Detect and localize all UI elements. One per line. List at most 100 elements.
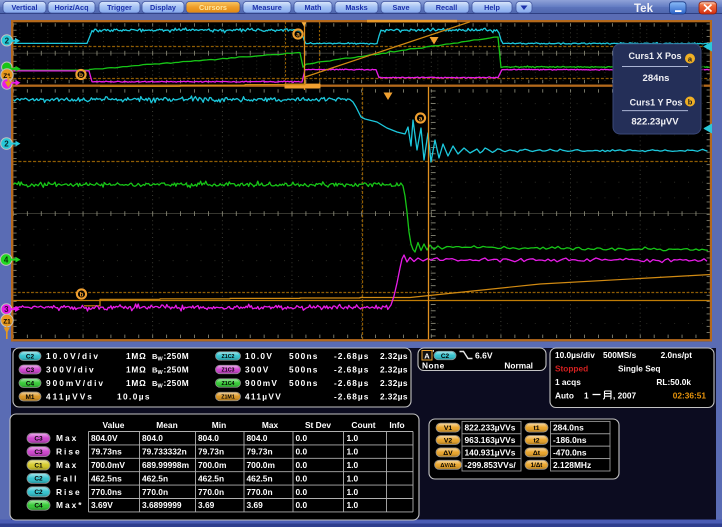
svg-text:804.0V: 804.0V [91, 433, 118, 443]
svg-text:C2: C2 [441, 353, 450, 360]
svg-text:411µVVs: 411µVVs [46, 392, 94, 402]
svg-text:Count: Count [351, 420, 375, 430]
svg-text:804.0: 804.0 [247, 433, 268, 443]
svg-text:10.0µs/div: 10.0µs/div [555, 350, 595, 360]
svg-text:C2: C2 [34, 489, 43, 496]
svg-text:1MΩ: 1MΩ [126, 365, 147, 375]
svg-text:Math: Math [304, 3, 321, 12]
svg-text:RL:50.0k: RL:50.0k [656, 377, 691, 387]
svg-text:Auto: Auto [555, 390, 574, 400]
svg-text:1.0: 1.0 [347, 447, 359, 457]
svg-text:Max: Max [56, 460, 78, 470]
svg-text:C4: C4 [34, 503, 43, 510]
svg-text:10.0µs: 10.0µs [117, 392, 151, 402]
svg-text:1.0: 1.0 [347, 460, 359, 470]
svg-text:79.73n: 79.73n [198, 447, 224, 457]
svg-text:Z1: Z1 [3, 318, 11, 325]
svg-text::250M: :250M [164, 351, 190, 361]
svg-text:C3: C3 [34, 436, 43, 443]
svg-text:-2.68µs: -2.68µs [334, 378, 369, 388]
svg-text:Z1C3: Z1C3 [222, 367, 235, 373]
svg-text:Max*: Max* [56, 500, 84, 510]
svg-text:C2: C2 [26, 353, 35, 360]
svg-text:3.69: 3.69 [198, 500, 215, 510]
svg-text:b: b [80, 291, 84, 298]
svg-text:300V: 300V [245, 365, 270, 375]
svg-text:Z1C4: Z1C4 [222, 381, 235, 387]
svg-text:Fall: Fall [56, 473, 78, 483]
svg-text:500MS/s: 500MS/s [603, 350, 637, 360]
svg-text:770.0n: 770.0n [247, 487, 273, 497]
svg-text:1/Δt: 1/Δt [531, 462, 543, 469]
svg-text:0.0: 0.0 [296, 433, 308, 443]
svg-text::250M: :250M [164, 378, 190, 388]
svg-text:02:36:51: 02:36:51 [673, 390, 707, 400]
svg-text:t1: t1 [533, 425, 539, 432]
svg-text:79.73n: 79.73n [247, 447, 273, 457]
svg-text:Help: Help [484, 3, 500, 12]
svg-text:A: A [424, 351, 430, 360]
svg-text:Info: Info [389, 420, 404, 430]
svg-text:-2.68µs: -2.68µs [334, 365, 369, 375]
svg-text:Normal: Normal [504, 360, 533, 370]
svg-text:-2.68µs: -2.68µs [334, 351, 369, 361]
svg-text:0.0: 0.0 [296, 500, 308, 510]
svg-text:3.69V: 3.69V [91, 500, 113, 510]
svg-text:0.0: 0.0 [296, 487, 308, 497]
svg-text:Save: Save [392, 3, 409, 12]
svg-text:300V/div: 300V/div [46, 365, 96, 375]
svg-text:770.0n: 770.0n [142, 487, 168, 497]
svg-text:None: None [422, 360, 445, 370]
svg-text:2.32µs: 2.32µs [380, 392, 408, 402]
svg-text:963.163µVVs: 963.163µVVs [465, 435, 516, 445]
svg-text:770.0n: 770.0n [198, 487, 224, 497]
svg-text:Curs1 X Pos: Curs1 X Pos [628, 51, 681, 61]
svg-text:Z1C2: Z1C2 [222, 354, 235, 360]
svg-text:Masks: Masks [345, 3, 367, 12]
svg-text:Value: Value [103, 420, 125, 430]
svg-text::250M: :250M [164, 365, 190, 375]
svg-text:C4: C4 [26, 380, 35, 387]
svg-text:822.233µVVs: 822.233µVVs [465, 423, 516, 433]
svg-text:, 2007: , 2007 [613, 390, 636, 400]
svg-text:462.5n: 462.5n [142, 473, 168, 483]
svg-text:2.128MHz: 2.128MHz [553, 460, 591, 470]
svg-text:Display: Display [150, 3, 177, 12]
svg-text:t2: t2 [533, 437, 539, 444]
svg-text:140.931µVVs: 140.931µVVs [465, 448, 516, 458]
svg-text:500ns: 500ns [289, 365, 319, 375]
svg-text:1.0: 1.0 [347, 500, 359, 510]
svg-text:4: 4 [4, 256, 9, 265]
svg-text:C3: C3 [26, 367, 35, 374]
svg-text:Single Seq: Single Seq [618, 363, 660, 373]
svg-text:-299.853VVs/: -299.853VVs/ [465, 460, 517, 470]
svg-text:700.0mV: 700.0mV [91, 460, 125, 470]
svg-text:Vertical: Vertical [12, 3, 38, 12]
svg-text:Cursors: Cursors [199, 3, 227, 12]
svg-text:a: a [419, 115, 423, 122]
svg-text:3: 3 [4, 305, 9, 314]
svg-text:St Dev: St Dev [305, 420, 331, 430]
svg-text:Curs1 Y Pos: Curs1 Y Pos [630, 98, 683, 108]
svg-text:b: b [688, 97, 693, 106]
svg-text:500ns: 500ns [289, 378, 319, 388]
svg-text:770.0ns: 770.0ns [91, 487, 122, 497]
svg-text:1MΩ: 1MΩ [126, 351, 147, 361]
svg-text:2: 2 [4, 140, 9, 149]
svg-text:C3: C3 [34, 449, 43, 456]
svg-text:V1: V1 [444, 425, 453, 432]
svg-text:2.32µs: 2.32µs [380, 351, 408, 361]
svg-text:10.0V: 10.0V [245, 351, 273, 361]
svg-text:1 acqs: 1 acqs [555, 377, 581, 387]
svg-text:Mean: Mean [156, 420, 177, 430]
svg-text:Max: Max [262, 420, 279, 430]
svg-text:-2.68µs: -2.68µs [334, 392, 369, 402]
svg-text:900mV: 900mV [245, 378, 278, 388]
svg-text:Rise: Rise [56, 447, 82, 457]
svg-text:Horiz/Acq: Horiz/Acq [54, 3, 88, 12]
svg-text:0.0: 0.0 [296, 473, 308, 483]
svg-text:ΔV/Δt: ΔV/Δt [440, 463, 455, 469]
svg-text:284.0ns: 284.0ns [553, 423, 584, 433]
svg-text:Max: Max [56, 433, 78, 443]
svg-text:79.73ns: 79.73ns [91, 447, 122, 457]
